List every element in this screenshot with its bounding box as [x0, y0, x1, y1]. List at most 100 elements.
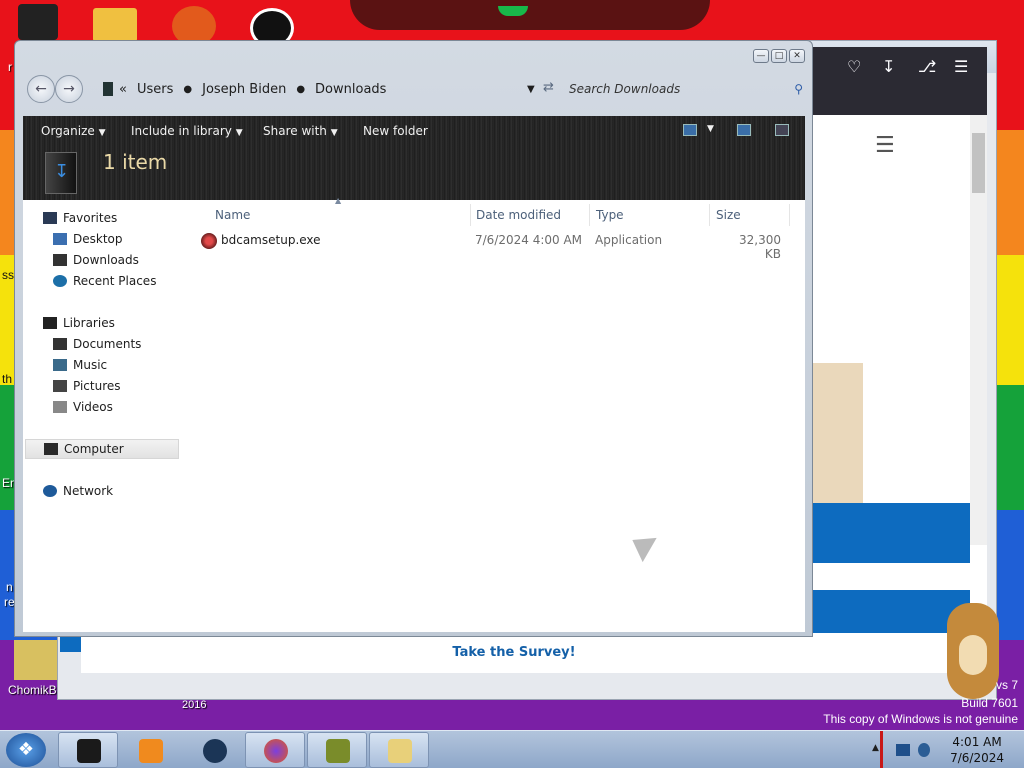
globe-button[interactable]	[184, 732, 244, 768]
command-bar: Organize ▼ Include in library ▼ Share wi…	[23, 116, 805, 200]
computer-icon	[44, 443, 58, 455]
file-date-modified: 7/6/2024 4:00 AM	[475, 233, 583, 247]
breadcrumb-downloads[interactable]: Downloads	[315, 82, 386, 97]
nav-label: Libraries	[63, 316, 115, 330]
view-options-chevron-icon[interactable]: ▼	[707, 124, 714, 134]
tray-record-icon[interactable]	[880, 731, 883, 768]
desktop-wallpaper-shape	[350, 0, 710, 30]
organize-label: Organize	[41, 124, 95, 138]
documents-icon	[53, 338, 67, 350]
nav-label: Network	[63, 484, 114, 498]
maximize-icon[interactable]: □	[771, 49, 787, 63]
tray-volume-icon[interactable]	[918, 743, 930, 757]
network-icon	[43, 485, 57, 497]
nav-documents[interactable]: Documents	[53, 334, 141, 354]
include-in-library-button[interactable]: Include in library ▼	[131, 124, 243, 138]
scrollbar-thumb[interactable]	[972, 133, 985, 193]
tray-monitor-icon[interactable]	[896, 744, 910, 756]
new-folder-button[interactable]: New folder	[363, 124, 428, 138]
nav-recent-places[interactable]: Recent Places	[53, 271, 156, 291]
nav-downloads[interactable]: Downloads	[53, 250, 139, 270]
file-name[interactable]: bdcamsetup.exe	[221, 233, 321, 247]
videos-icon	[53, 401, 67, 413]
mail-button[interactable]	[369, 732, 429, 768]
menu-icon[interactable]: ☰	[954, 57, 968, 76]
include-label: Include in library	[131, 124, 232, 138]
desktop-icon	[53, 233, 67, 245]
file-row[interactable]: bdcamsetup.exe 7/6/2024 4:00 AM Applicat…	[189, 230, 805, 261]
desktop-edge-label: ss	[2, 268, 14, 282]
breadcrumb-separator-icon[interactable]: ●	[183, 84, 192, 95]
back-button[interactable]: ←	[27, 75, 55, 103]
media-player-button[interactable]	[120, 732, 180, 768]
close-icon[interactable]: ✕	[789, 49, 805, 63]
file-size: 32,300 KB	[739, 233, 781, 261]
nav-network[interactable]: Network	[43, 481, 113, 501]
breadcrumb-users[interactable]: Users	[137, 82, 173, 97]
column-header-type[interactable]: Type	[590, 204, 710, 226]
download-icon[interactable]: ↧	[882, 57, 895, 76]
nav-libraries[interactable]: Libraries	[43, 313, 115, 333]
taskbar-clock[interactable]: 4:01 AM 7/6/2024	[950, 734, 1004, 766]
search-icon[interactable]: ⚲	[794, 82, 803, 96]
chevron-down-icon: ▼	[98, 128, 106, 138]
breadcrumb-separator-icon[interactable]: ●	[296, 84, 305, 95]
wallpaper-year-text: 2016	[182, 699, 207, 711]
chevron-down-icon: ▼	[330, 128, 338, 138]
navigation-bar: ← → « Users ● Joseph Biden ● Downloads ▼…	[25, 71, 805, 107]
desktop-icon-bin[interactable]	[18, 4, 58, 40]
minimize-icon[interactable]: —	[753, 49, 769, 63]
firefox-button[interactable]	[245, 732, 305, 768]
application-icon	[201, 233, 217, 249]
share-with-button[interactable]: Share with ▼	[263, 124, 338, 138]
chevron-down-icon: ▼	[235, 128, 243, 138]
address-bar[interactable]: « Users ● Joseph Biden ● Downloads ▼	[103, 77, 551, 101]
watermark-version: vs 7	[995, 678, 1018, 692]
desktop-icon-chomik[interactable]	[14, 640, 58, 680]
nav-pictures[interactable]: Pictures	[53, 376, 121, 396]
nav-label: Computer	[64, 442, 124, 456]
nav-label: Favorites	[63, 211, 118, 225]
address-dropdown-icon[interactable]: ▼	[527, 84, 535, 95]
nav-videos[interactable]: Videos	[53, 397, 113, 417]
nav-label: Videos	[73, 400, 113, 414]
mail-icon	[388, 739, 412, 763]
column-header-date-modified[interactable]: Date modified	[470, 204, 590, 226]
preview-pane-icon[interactable]	[737, 124, 751, 136]
clock-time: 4:01 AM	[952, 735, 1002, 749]
organize-button[interactable]: Organize ▼	[41, 124, 106, 138]
forward-button[interactable]: →	[55, 75, 83, 103]
nav-music[interactable]: Music	[53, 355, 107, 375]
column-header-size[interactable]: Size	[710, 204, 790, 226]
search-input[interactable]: Search Downloads	[569, 82, 680, 96]
change-view-icon[interactable]	[683, 124, 697, 136]
explorer-taskbar-icon	[77, 739, 101, 763]
explorer-button[interactable]	[58, 732, 118, 768]
nav-label: Recent Places	[73, 274, 157, 288]
pocket-icon[interactable]: ♡	[847, 57, 861, 76]
page-menu-icon[interactable]: ☰	[875, 133, 895, 158]
recent-places-icon	[53, 275, 67, 287]
computer-icon	[103, 82, 113, 96]
nav-computer[interactable]: Computer	[25, 439, 179, 459]
start-button[interactable]: ❖	[6, 733, 46, 767]
nav-desktop[interactable]: Desktop	[53, 229, 123, 249]
show-hidden-icons-icon[interactable]: ▲	[872, 743, 879, 753]
survey-link[interactable]: Take the Survey!	[81, 633, 947, 673]
hamster-mascot-icon	[935, 603, 1005, 703]
nav-favorites[interactable]: Favorites	[43, 208, 117, 228]
desktop-icon-folder[interactable]	[93, 8, 137, 42]
firefox-icon	[264, 739, 288, 763]
search-box[interactable]: Search Downloads ⚲	[569, 77, 805, 101]
overflow-chevron-icon[interactable]: «	[119, 82, 127, 97]
desktop-edge-label: th	[2, 372, 13, 386]
nav-label: Desktop	[73, 232, 123, 246]
help-icon[interactable]	[775, 124, 789, 136]
page-scrollbar[interactable]	[970, 115, 987, 545]
column-header-name[interactable]: Name	[209, 204, 471, 226]
game-button[interactable]	[307, 732, 367, 768]
explorer-window: — □ ✕ ← → « Users ● Joseph Biden ● Downl…	[14, 40, 813, 637]
extensions-icon[interactable]: ⎇	[918, 57, 936, 76]
breadcrumb-joseph-biden[interactable]: Joseph Biden	[202, 82, 286, 97]
refresh-icon[interactable]: ⇄	[543, 80, 554, 95]
